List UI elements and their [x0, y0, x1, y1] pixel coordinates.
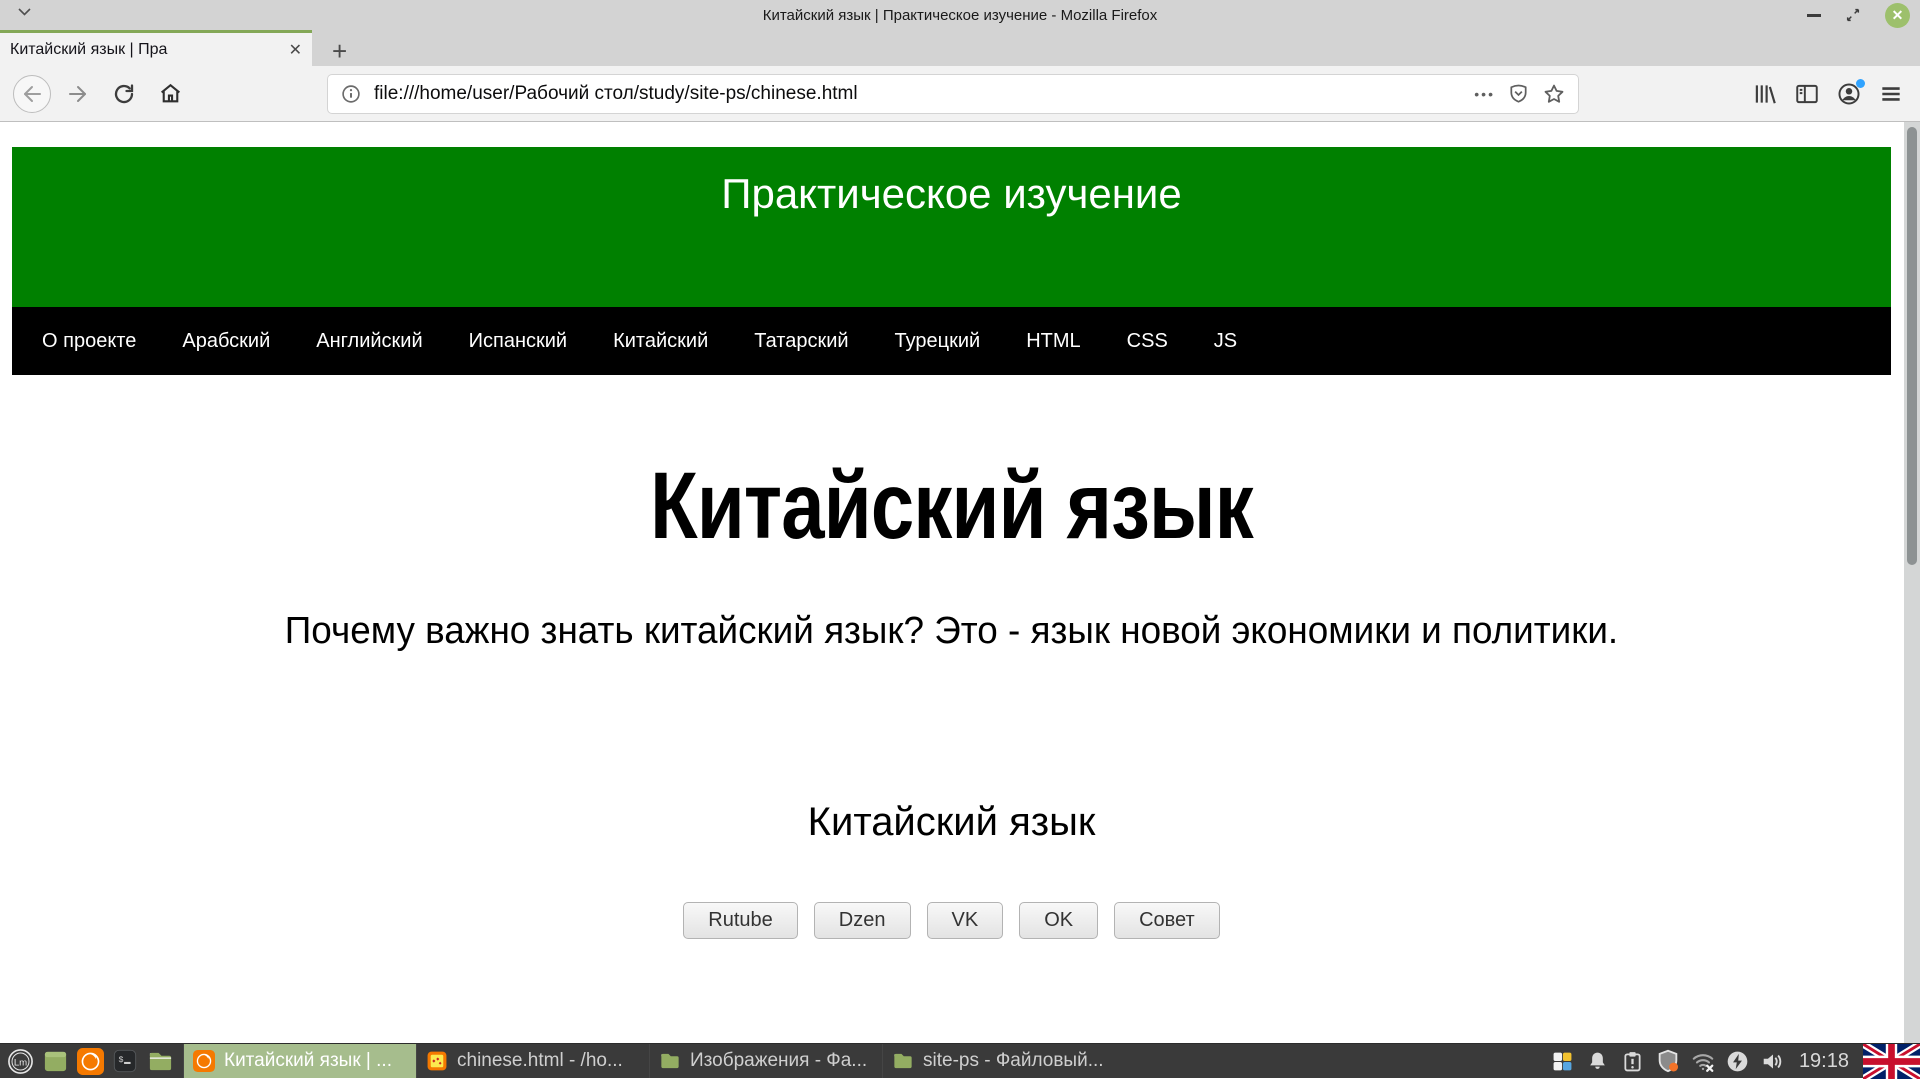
taskbar-window-editor[interactable]: chinese.html - /ho... — [416, 1044, 649, 1078]
minimize-icon[interactable] — [1807, 14, 1821, 17]
folder-icon — [659, 1050, 681, 1072]
mint-logo-icon: Lm — [7, 1048, 34, 1075]
clock[interactable]: 19:18 — [1799, 1050, 1849, 1073]
tab-close-icon[interactable]: ✕ — [289, 40, 302, 60]
nav-link-about[interactable]: О проекте — [42, 330, 136, 353]
site-header: Практическое изучение — [12, 147, 1891, 307]
account-icon[interactable] — [1836, 81, 1862, 107]
back-button[interactable] — [12, 74, 52, 114]
folder-icon — [892, 1050, 914, 1072]
text-editor-icon — [426, 1050, 448, 1072]
ok-button[interactable]: OK — [1019, 902, 1098, 939]
svg-text:Lm: Lm — [13, 1057, 26, 1068]
nav-link-spanish[interactable]: Испанский — [469, 330, 567, 353]
taskbar-window-images[interactable]: Изображения - Фа... — [649, 1044, 882, 1078]
taskbar-window-label: Изображения - Фа... — [690, 1050, 867, 1072]
pocket-shield-icon[interactable] — [1507, 82, 1530, 105]
keyboard-layout-flag-icon[interactable] — [1863, 1044, 1920, 1079]
site-content: Практическое изучение О проекте Арабский… — [12, 147, 1891, 939]
nav-link-turkish[interactable]: Турецкий — [895, 330, 981, 353]
panel-chevron-icon[interactable] — [18, 8, 31, 16]
taskbar-window-siteps[interactable]: site-ps - Файловый... — [882, 1044, 1115, 1078]
dzen-button[interactable]: Dzen — [814, 902, 911, 939]
page-actions-icon[interactable]: ••• — [1474, 86, 1495, 102]
volume-icon[interactable] — [1760, 1048, 1786, 1074]
window-controls: ✕ — [1807, 0, 1910, 30]
url-bar[interactable]: file:///home/user/Рабочий стол/study/sit… — [328, 75, 1578, 113]
firefox-icon — [77, 1048, 104, 1075]
svg-text:$: $ — [119, 1055, 124, 1065]
nav-link-english[interactable]: Английский — [316, 330, 422, 353]
folder-icon — [147, 1048, 174, 1075]
forward-icon — [66, 82, 90, 106]
notifications-bell-icon[interactable] — [1585, 1048, 1611, 1074]
bookmark-star-icon[interactable] — [1542, 82, 1566, 106]
back-icon — [13, 75, 51, 113]
mint-menu-button[interactable]: Lm — [6, 1047, 34, 1075]
site-info-icon[interactable] — [340, 83, 362, 105]
system-tray: 19:18 — [1550, 1044, 1920, 1078]
taskbar-window-label: chinese.html - /ho... — [457, 1050, 623, 1072]
reload-icon — [112, 82, 136, 106]
firewall-shield-icon[interactable] — [1655, 1048, 1681, 1074]
wifi-disconnected-icon[interactable] — [1690, 1048, 1716, 1074]
library-icon[interactable] — [1752, 81, 1778, 107]
window-title: Китайский язык | Практическое изучение -… — [763, 7, 1158, 24]
files-launcher[interactable] — [146, 1047, 174, 1075]
workspaces-grid-icon[interactable] — [1550, 1048, 1576, 1074]
account-notification-dot — [1856, 79, 1865, 88]
clipboard-alert-icon[interactable] — [1620, 1048, 1646, 1074]
page-viewport: Практическое изучение О проекте Арабский… — [0, 122, 1920, 1043]
taskbar-window-firefox[interactable]: Китайский язык | ... — [183, 1044, 416, 1078]
share-button-row: Rutube Dzen VK OK Совет — [12, 902, 1891, 939]
rutube-button[interactable]: Rutube — [683, 902, 798, 939]
site-header-title: Практическое изучение — [12, 147, 1891, 217]
url-text[interactable]: file:///home/user/Рабочий стол/study/sit… — [374, 83, 1462, 105]
show-desktop-button[interactable] — [41, 1047, 69, 1075]
power-manager-icon[interactable] — [1725, 1048, 1751, 1074]
nav-link-chinese[interactable]: Китайский — [613, 330, 708, 353]
screen: Китайский язык | Практическое изучение -… — [0, 0, 1920, 1078]
firefox-icon — [193, 1050, 215, 1072]
tab-bar: Китайский язык | Пра ✕ + — [0, 30, 1920, 66]
site-nav: О проекте Арабский Английский Испанский … — [12, 307, 1891, 375]
scrollbar-thumb[interactable] — [1907, 127, 1917, 565]
terminal-launcher[interactable]: $ — [111, 1047, 139, 1075]
tab-label: Китайский язык | Пра — [10, 41, 287, 59]
page-title: Китайский язык — [181, 459, 1722, 554]
terminal-icon: $ — [112, 1048, 138, 1074]
scrollbar[interactable] — [1904, 122, 1920, 1043]
home-icon — [158, 81, 183, 106]
vk-button[interactable]: VK — [927, 902, 1004, 939]
restore-icon[interactable] — [1845, 7, 1861, 23]
firefox-launcher[interactable] — [76, 1047, 104, 1075]
forward-button[interactable] — [58, 74, 98, 114]
reload-button[interactable] — [104, 74, 144, 114]
sovet-button[interactable]: Совет — [1114, 902, 1220, 939]
taskbar-window-label: Китайский язык | ... — [224, 1050, 392, 1072]
nav-link-js[interactable]: JS — [1214, 330, 1237, 353]
home-button[interactable] — [150, 74, 190, 114]
sidebar-icon[interactable] — [1794, 81, 1820, 107]
browser-toolbar: file:///home/user/Рабочий стол/study/sit… — [0, 66, 1920, 122]
window-titlebar: Китайский язык | Практическое изучение -… — [0, 0, 1920, 30]
nav-link-tatar[interactable]: Татарский — [754, 330, 848, 353]
nav-link-html[interactable]: HTML — [1026, 330, 1080, 353]
taskbar: Lm $ Китайский язык | ... — [0, 1043, 1920, 1078]
tab-chinese[interactable]: Китайский язык | Пра ✕ — [0, 30, 312, 66]
toolbar-right-icons — [1752, 81, 1908, 107]
nav-link-arabic[interactable]: Арабский — [182, 330, 270, 353]
nav-link-css[interactable]: CSS — [1127, 330, 1168, 353]
desktop-icon — [42, 1048, 69, 1075]
page-lead-paragraph: Почему важно знать китайский язык? Это -… — [40, 610, 1863, 654]
close-icon[interactable]: ✕ — [1885, 3, 1910, 28]
taskbar-window-label: site-ps - Файловый... — [923, 1050, 1104, 1072]
hamburger-menu-icon[interactable] — [1878, 81, 1904, 107]
page-subtitle: Китайский язык — [12, 802, 1891, 842]
taskbar-launchers: Lm $ — [0, 1044, 183, 1078]
new-tab-button[interactable]: + — [332, 36, 347, 66]
